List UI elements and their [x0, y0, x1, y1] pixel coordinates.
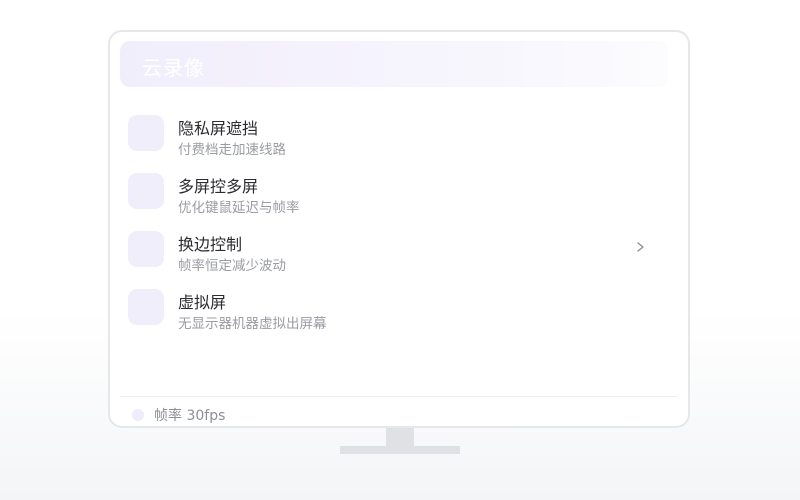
- feature-item-multi-screen-control[interactable]: 多屏控多屏 优化键鼠延迟与帧率: [128, 171, 668, 216]
- feature-name: 多屏控多屏: [178, 177, 259, 196]
- feature-description: 付费档走加速线路: [178, 142, 286, 158]
- feature-name: 隐私屏遮挡: [178, 119, 259, 138]
- chevron-right-icon[interactable]: [633, 237, 649, 257]
- window-title: 云录像: [142, 56, 205, 80]
- feature-description: 帧率恒定减少波动: [178, 258, 286, 274]
- monitor-stand-base: [340, 446, 460, 454]
- feature-tile-icon: [128, 289, 164, 325]
- monitor-stand-neck: [386, 428, 414, 447]
- feature-name: 虚拟屏: [178, 293, 227, 312]
- feature-description: 无显示器机器虚拟出屏幕: [178, 316, 327, 332]
- feature-name: 换边控制: [178, 235, 243, 254]
- feature-description: 优化键鼠延迟与帧率: [178, 200, 300, 216]
- footer-divider: [120, 396, 678, 397]
- feature-item-edge-switch-control[interactable]: 换边控制 帧率恒定减少波动: [128, 229, 668, 274]
- status-dot-icon: [132, 409, 144, 421]
- feature-item-privacy-screen[interactable]: 隐私屏遮挡 付费档走加速线路: [128, 113, 668, 158]
- feature-tile-icon: [128, 173, 164, 209]
- feature-item-virtual-screen[interactable]: 虚拟屏 无显示器机器虚拟出屏幕: [128, 287, 668, 332]
- title-bar: 云录像: [120, 41, 668, 87]
- feature-tile-icon: [128, 115, 164, 151]
- monitor-screen: 云录像 隐私屏遮挡 付费档走加速线路 多屏控多屏 优化键鼠延迟与帧率 换边控制 …: [108, 30, 690, 428]
- framerate-status: 帧率 30fps: [154, 408, 226, 424]
- feature-tile-icon: [128, 231, 164, 267]
